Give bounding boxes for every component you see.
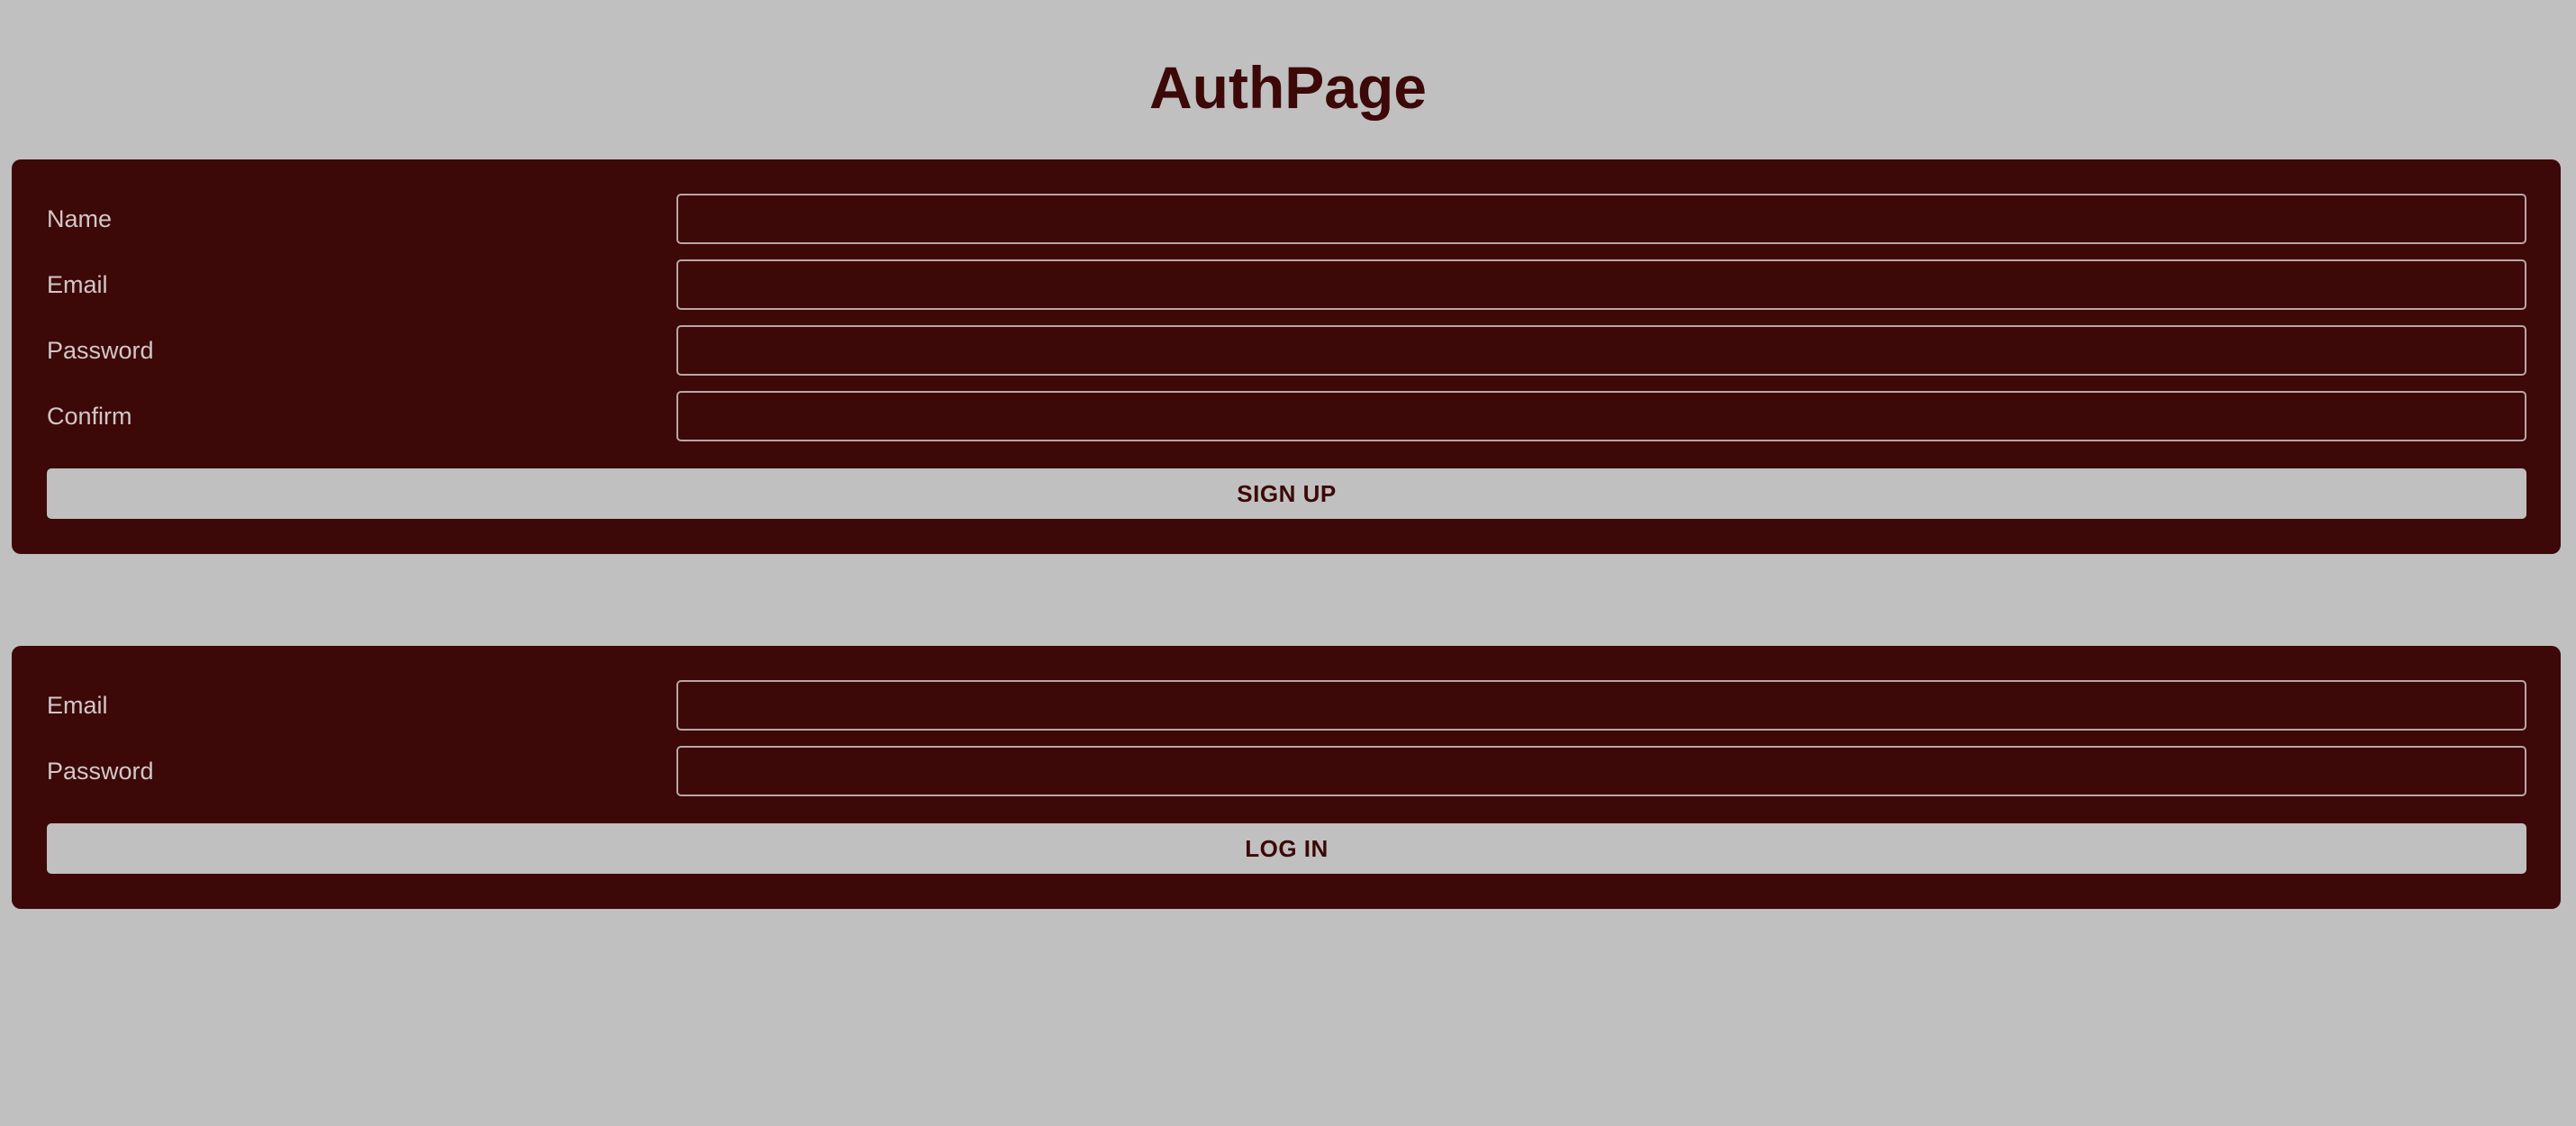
- sign-up-button[interactable]: SIGN UP: [47, 468, 2526, 519]
- signup-password-input[interactable]: [676, 325, 2526, 376]
- signup-password-label: Password: [47, 337, 154, 364]
- login-password-row: Password: [47, 746, 2526, 796]
- signup-email-row: Email: [47, 259, 2526, 310]
- signup-email-label: Email: [47, 271, 108, 298]
- login-email-label: Email: [47, 692, 108, 719]
- page-title: AuthPage: [1148, 54, 1428, 121]
- login-password-label: Password: [47, 758, 154, 785]
- signup-password-row: Password: [47, 325, 2526, 376]
- signup-email-input[interactable]: [676, 259, 2526, 310]
- log-in-button[interactable]: LOG IN: [47, 823, 2526, 874]
- login-form: Email Password LOG IN: [12, 646, 2561, 909]
- signup-name-label: Name: [47, 205, 113, 232]
- login-email-input[interactable]: [676, 680, 2526, 731]
- signup-confirm-row: Confirm: [47, 391, 2526, 441]
- login-email-row: Email: [47, 680, 2526, 731]
- signup-confirm-input[interactable]: [676, 391, 2526, 441]
- signup-name-row: Name: [47, 194, 2526, 244]
- signup-name-input[interactable]: [676, 194, 2526, 244]
- signup-confirm-label: Confirm: [47, 403, 132, 430]
- login-password-input[interactable]: [676, 746, 2526, 796]
- signup-form: Name Email Password Confirm SIGN UP: [12, 159, 2561, 554]
